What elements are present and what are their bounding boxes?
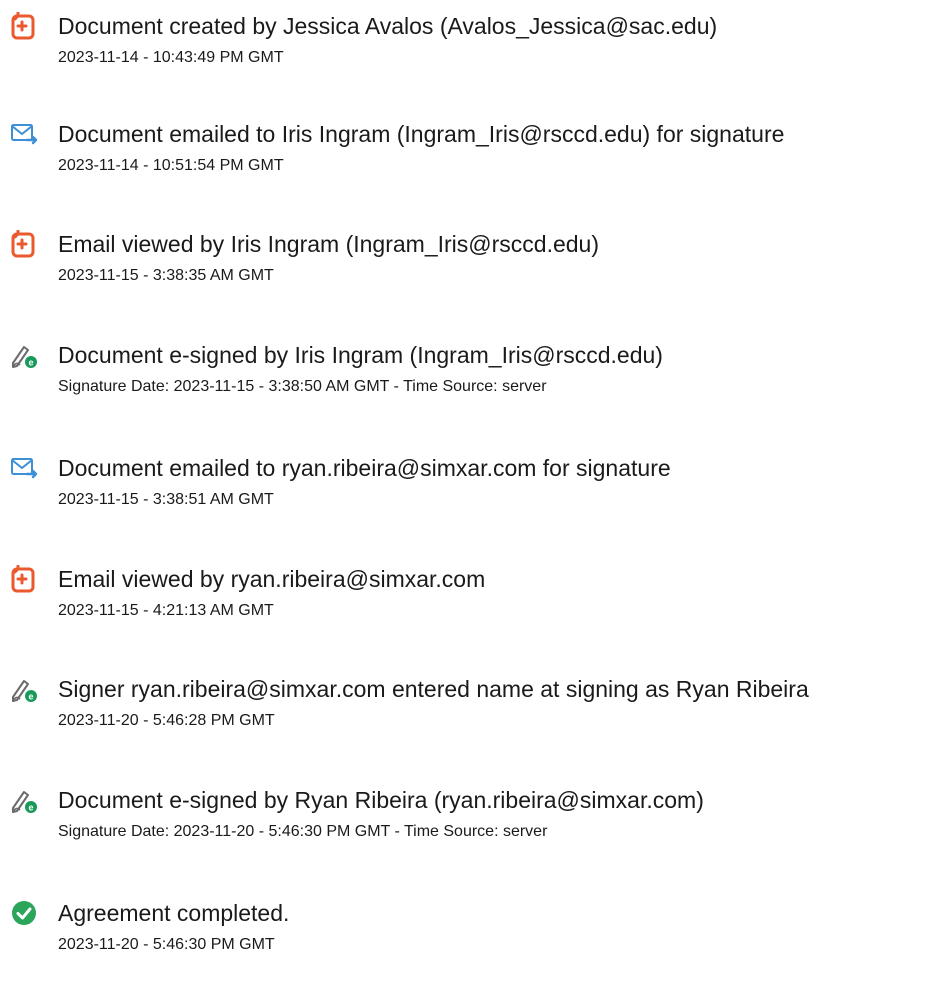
email-sent-icon [10, 120, 38, 148]
event-timestamp: 2023-11-14 - 10:51:54 PM GMT [58, 157, 284, 174]
document-viewed-icon [10, 565, 38, 593]
event-title: Document e-signed by Iris Ingram (Ingram… [58, 342, 663, 368]
event-timestamp: 2023-11-20 - 5:46:28 PM GMT [58, 712, 275, 729]
audit-event-agreement-completed: Agreement completed. 2023-11-20 - 5:46:3… [0, 899, 929, 979]
event-title: Document emailed to ryan.ribeira@simxar.… [58, 455, 671, 481]
event-timestamp: 2023-11-15 - 3:38:51 AM GMT [58, 491, 274, 508]
svg-text:e: e [28, 803, 33, 813]
event-title: Email viewed by ryan.ribeira@simxar.com [58, 566, 486, 592]
e-sign-icon: e [10, 341, 38, 369]
audit-event-signer-name-entered: e Signer ryan.ribeira@simxar.com entered… [0, 675, 929, 755]
event-title: Document emailed to Iris Ingram (Ingram_… [58, 121, 785, 147]
audit-event-document-created: Document created by Jessica Avalos (Aval… [0, 12, 929, 92]
event-title: Email viewed by Iris Ingram (Ingram_Iris… [58, 231, 600, 257]
audit-event-email-viewed: Email viewed by ryan.ribeira@simxar.com … [0, 565, 929, 645]
audit-event-email-sent: Document emailed to Iris Ingram (Ingram_… [0, 120, 929, 200]
event-title: Agreement completed. [58, 900, 290, 926]
document-viewed-icon [10, 230, 38, 258]
event-timestamp: Signature Date: 2023-11-20 - 5:46:30 PM … [58, 823, 548, 840]
audit-event-document-esigned: e Document e-signed by Ryan Ribeira (rya… [0, 786, 929, 866]
svg-text:e: e [28, 692, 33, 702]
svg-text:e: e [28, 358, 33, 368]
event-timestamp: 2023-11-20 - 5:46:30 PM GMT [58, 936, 275, 953]
event-timestamp: 2023-11-14 - 10:43:49 PM GMT [58, 49, 284, 66]
event-timestamp: 2023-11-15 - 3:38:35 AM GMT [58, 267, 274, 284]
event-title: Signer ryan.ribeira@simxar.com entered n… [58, 676, 809, 702]
audit-event-email-viewed: Email viewed by Iris Ingram (Ingram_Iris… [0, 230, 929, 310]
audit-event-document-esigned: e Document e-signed by Iris Ingram (Ingr… [0, 341, 929, 421]
e-sign-icon: e [10, 786, 38, 814]
event-title: Document e-signed by Ryan Ribeira (ryan.… [58, 787, 704, 813]
event-title: Document created by Jessica Avalos (Aval… [58, 13, 718, 39]
event-timestamp: 2023-11-15 - 4:21:13 AM GMT [58, 602, 274, 619]
email-sent-icon [10, 454, 38, 482]
event-timestamp: Signature Date: 2023-11-15 - 3:38:50 AM … [58, 378, 547, 395]
agreement-complete-icon [10, 899, 38, 927]
audit-event-email-sent: Document emailed to ryan.ribeira@simxar.… [0, 454, 929, 534]
document-created-icon [10, 12, 38, 40]
e-sign-icon: e [10, 675, 38, 703]
